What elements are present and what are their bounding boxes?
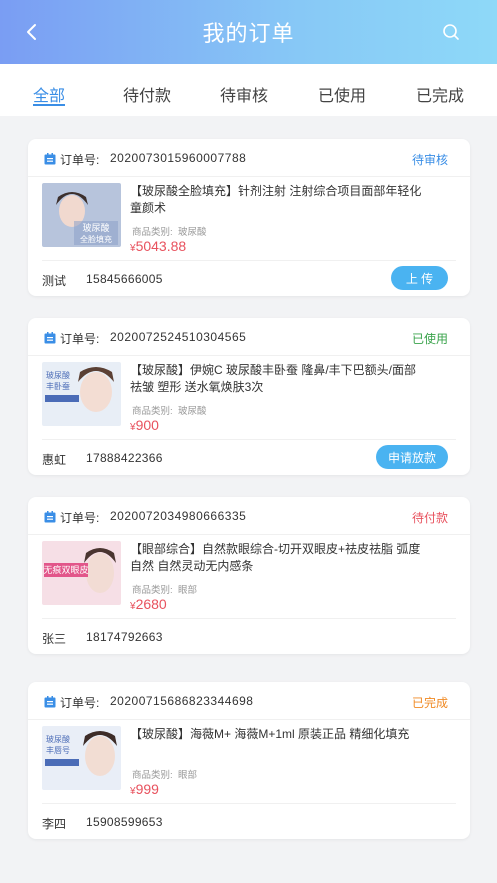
product-title[interactable]: 【玻尿酸】海薇M+ 海薇M+1ml 原装正品 精细化填充 [130,726,430,743]
order-status: 已完成 [411,696,448,710]
svg-text:无痕双眼皮: 无痕双眼皮 [43,564,88,576]
category-value: 眼部 [178,770,198,781]
product-title[interactable]: 【玻尿酸全脸填充】针剂注射 注射综合项目面部年轻化童颜术 [130,183,430,217]
active-tab-indicator [33,104,65,106]
tab-pending-payment[interactable]: 待付款 [123,82,171,106]
order-number: 2020072034980666335 [110,509,247,523]
price-amount: 2680 [135,596,167,612]
order-number-label: 订单号: [60,696,100,710]
category-label: 商品类别: [132,227,173,238]
order-status: 已使用 [411,332,448,346]
upload-button[interactable]: 上 传 [391,266,448,290]
order-card[interactable]: 订单号: 2020072034980666335 待付款 无痕双眼皮 【眼部综合… [28,497,470,654]
order-status: 待付款 [411,511,448,525]
product-thumbnail[interactable]: 玻尿酸 全脸填充 [42,183,121,247]
order-card[interactable]: 订单号: 20200715686823344698 已完成 玻尿酸 丰唇号 【玻… [28,682,470,839]
search-icon[interactable] [439,20,463,44]
order-number-label: 订单号: [60,511,100,525]
page-title: 我的订单 [202,21,295,46]
customer-name: 惠虹 [42,453,67,467]
thumb-lettering: 玻尿酸 [82,222,109,234]
customer-phone: 15845666005 [86,272,163,286]
price-amount: 900 [135,417,159,433]
svg-text:丰唇号: 丰唇号 [46,745,70,755]
price: ¥2680 [130,596,167,612]
tab-used[interactable]: 已使用 [318,82,366,106]
tab-all[interactable]: 全部 [33,82,65,106]
divider [42,803,456,804]
category-label: 商品类别: [132,585,173,596]
customer-phone: 17888422366 [86,451,163,465]
order-number-label: 订单号: [60,332,100,346]
customer-phone: 18174792663 [86,630,163,644]
order-list-icon [44,152,56,165]
order-number: 20200715686823344698 [110,694,254,708]
order-list-icon [44,510,56,523]
product-thumbnail[interactable]: 无痕双眼皮 [42,541,121,605]
svg-text:全脸填充: 全脸填充 [80,234,112,244]
customer-phone: 15908599653 [86,815,163,829]
order-card-header: 订单号: 20200715686823344698 已完成 [28,682,470,720]
order-list-icon [44,695,56,708]
price: ¥999 [130,781,159,797]
order-number-label: 订单号: [60,153,100,167]
price-amount: 5043.88 [135,238,187,254]
divider [42,618,456,619]
order-card-header: 订单号: 2020072034980666335 待付款 [28,497,470,535]
svg-text:丰卧蚕: 丰卧蚕 [46,381,70,391]
order-status: 待审核 [411,153,448,167]
category-label: 商品类别: [132,770,173,781]
order-list-icon [44,331,56,344]
customer-name: 测试 [42,274,67,288]
category-value: 玻尿酸 [178,406,207,417]
tab-pending-review[interactable]: 待审核 [220,82,268,106]
price: ¥900 [130,417,159,433]
price-amount: 999 [135,781,159,797]
product-title[interactable]: 【眼部综合】自然款眼综合-切开双眼皮+祛皮祛脂 弧度自然 自然灵动无内感条 [130,541,430,575]
order-card-header: 订单号: 2020073015960007788 待审核 [28,139,470,177]
order-card[interactable]: 订单号: 2020072524510304565 已使用 玻尿酸 丰卧蚕 【玻尿… [28,318,470,475]
category-value: 眼部 [178,585,198,596]
header-bar: 我的订单 [0,0,497,64]
price: ¥5043.88 [130,238,187,254]
product-thumbnail[interactable]: 玻尿酸 丰唇号 [42,726,121,790]
order-card-header: 订单号: 2020072524510304565 已使用 [28,318,470,356]
category-value: 玻尿酸 [178,227,207,238]
divider [42,260,456,261]
product-title[interactable]: 【玻尿酸】伊婉C 玻尿酸丰卧蚕 隆鼻/丰下巴额头/面部 祛皱 塑形 送水氧焕肤3… [130,362,430,396]
order-number: 2020072524510304565 [110,330,247,344]
apply-payout-button[interactable]: 申请放款 [376,445,448,469]
order-tabs: 全部 待付款 待审核 已使用 已完成 [0,64,497,116]
product-thumbnail[interactable]: 玻尿酸 丰卧蚕 [42,362,121,426]
divider [42,439,456,440]
order-card[interactable]: 订单号: 2020073015960007788 待审核 玻尿酸 全脸填充 【玻… [28,139,470,296]
svg-text:玻尿酸: 玻尿酸 [46,370,70,380]
svg-text:玻尿酸: 玻尿酸 [46,734,70,744]
order-number: 2020073015960007788 [110,151,247,165]
customer-name: 李四 [42,817,67,831]
category-label: 商品类别: [132,406,173,417]
customer-name: 张三 [42,632,67,646]
tab-completed[interactable]: 已完成 [416,82,464,106]
